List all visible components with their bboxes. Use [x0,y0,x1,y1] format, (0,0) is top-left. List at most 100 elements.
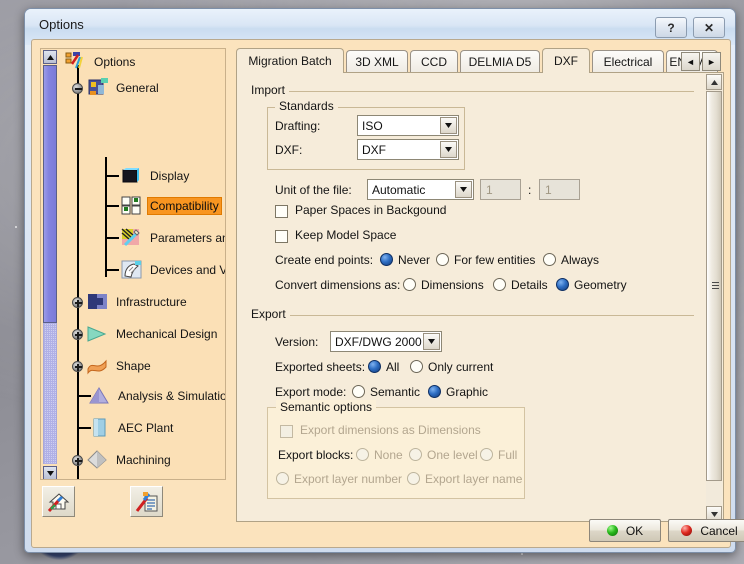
wrench-document-icon [135,491,157,512]
version-value: DXF/DWG 2000 [335,334,422,349]
compat-icon [121,196,143,216]
create-end-points-radio-for-few-entities[interactable] [436,253,449,266]
tree-item-mechanical-design[interactable]: Mechanical Design [65,321,219,347]
tab-scroll-right-button[interactable]: ► [702,52,721,71]
export-dimensions-checkbox[interactable] [280,425,293,438]
export-blocks-radio-none[interactable] [356,448,369,461]
drafting-label: Drafting: [275,119,321,133]
unit-of-file-label: Unit of the file: [275,183,352,197]
tree-item-display[interactable]: Display [121,163,191,189]
tree-item-machining[interactable]: Machining [65,447,173,473]
home-options-button[interactable] [42,486,75,517]
convert-dimensions-radio-geometry[interactable] [556,278,569,291]
chevron-down-icon[interactable] [440,117,457,134]
tree-item-label: Machining [116,453,171,467]
question-mark-icon: ? [667,20,675,35]
tree-scroll-down-button[interactable] [43,466,57,479]
export-blocks-radio-one-level[interactable] [409,448,422,461]
tab-delmia-d5[interactable]: DELMIA D5 [460,50,540,73]
tree-item-aec-plant[interactable]: AEC Plant [89,415,175,441]
keep-model-space-checkbox[interactable] [275,230,288,243]
expand-plus-icon[interactable] [72,455,83,466]
unit-numerator-field[interactable]: 1 [480,179,521,200]
tree-item-digital-mockup[interactable]: Digital Mockup [65,477,197,479]
tab-ccd[interactable]: CCD [410,50,458,73]
tree-item-label: Mechanical Design [116,327,218,341]
chevron-down-icon[interactable] [440,141,457,158]
create-end-points-radio-always[interactable] [543,253,556,266]
dxf-standard-combo[interactable]: DXF [357,139,459,160]
infra-icon [87,292,109,312]
panel-scrollbar-thumb[interactable] [706,91,722,481]
chevron-down-icon[interactable] [455,181,472,198]
tree-scroll-up-button[interactable] [43,50,57,64]
tab-scroll-left-button[interactable]: ◄ [681,52,700,71]
export-blocks-radio-full[interactable] [480,448,493,461]
tree-item-infrastructure[interactable]: Infrastructure [65,289,189,315]
dxf-tab-panel: Import Standards Drafting: ISO DXF: DXF [236,72,724,522]
tab-3d-xml[interactable]: 3D XML [346,50,408,73]
tab-label: DXF [554,54,578,68]
export-mode-radio-graphic[interactable] [428,385,441,398]
exported-sheets-radio-all[interactable] [368,360,381,373]
tab-strip: Migration Batch 3D XML CCD DELMIA D5 DXF… [236,48,724,73]
tab-label: 3D XML [355,55,399,69]
expand-plus-icon[interactable] [72,329,83,340]
tab-label: DELMIA D5 [468,55,532,69]
tree-item-general[interactable]: General [65,75,161,101]
tree-scrollbar-track[interactable] [43,323,57,464]
create-end-points-radio-never[interactable] [380,253,393,266]
export-mode-option-label: Semantic [370,385,421,399]
chevron-down-icon[interactable] [423,333,440,350]
tree-item-parameters-and-measure[interactable]: Parameters and Measure [121,225,225,251]
convert-dimensions-label: Convert dimensions as: [275,278,401,292]
unit-numerator-value: 1 [486,182,493,197]
tree-item-options[interactable]: Options [65,49,137,75]
tree-item-compatibility[interactable]: Compatibility [121,193,222,219]
tree-connector [105,175,119,177]
tree-vertical-scrollbar[interactable] [41,49,57,479]
export-layer-name-radio[interactable] [407,472,420,485]
expand-plus-icon[interactable] [72,361,83,372]
close-button[interactable]: ✕ [693,17,725,38]
unit-denominator-field[interactable]: 1 [539,179,580,200]
tree-item-shape[interactable]: Shape [65,353,153,379]
collapse-minus-icon[interactable] [72,83,83,94]
params-icon [121,228,143,248]
exported-sheets-radio-only-current[interactable] [410,360,423,373]
cancel-red-icon [681,525,693,536]
help-button[interactable]: ? [655,17,687,38]
export-mode-label: Export mode: [275,385,347,399]
panel-scroll-up-button[interactable] [706,74,722,90]
tree-item-label: Devices and Virtual Reality [150,263,225,277]
export-mode-radio-semantic[interactable] [352,385,365,398]
standards-group-title: Standards [275,99,338,113]
create-end-points-option-label: Never [398,253,431,267]
convert-dimensions-radio-dimensions[interactable] [403,278,416,291]
panel-vertical-scrollbar[interactable] [706,74,722,522]
expand-plus-icon[interactable] [72,297,83,308]
paper-spaces-label: Paper Spaces in Backgound [295,203,447,217]
version-combo[interactable]: DXF/DWG 2000 [330,331,442,352]
unit-ratio-separator: : [528,183,532,197]
drafting-combo[interactable]: ISO [357,115,459,136]
tree-scrollbar-thumb[interactable] [43,65,57,323]
unit-of-file-combo[interactable]: Automatic [367,179,474,200]
machining-icon [87,450,109,470]
export-dimensions-label: Export dimensions as Dimensions [300,423,481,437]
version-label: Version: [275,335,319,349]
create-end-points-option-label: For few entities [454,253,536,267]
convert-dimensions-radio-details[interactable] [493,278,506,291]
tab-dxf[interactable]: DXF [542,48,590,73]
ok-button[interactable]: OK [589,519,661,542]
cancel-button[interactable]: Cancel [668,519,744,542]
paper-spaces-checkbox[interactable] [275,205,288,218]
options-report-button[interactable] [130,486,163,517]
tree-item-devices-and-virtual-reality[interactable]: Devices and Virtual Reality [121,257,225,283]
tab-electrical[interactable]: Electrical [592,50,664,73]
tree-item-analysis-and-simulation[interactable]: Analysis & Simulation [89,383,225,409]
export-blocks-option-label: None [374,448,403,462]
tab-migration-batch[interactable]: Migration Batch [236,48,344,73]
export-layer-number-radio[interactable] [276,472,289,485]
chevron-left-icon: ◄ [686,56,695,67]
